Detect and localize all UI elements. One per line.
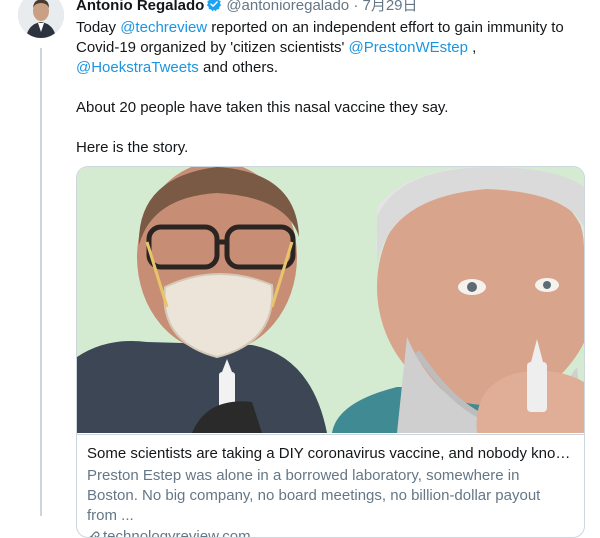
- card-body: Some scientists are taking a DIY coronav…: [77, 434, 584, 538]
- tweet-paragraph-3: Here is the story.: [76, 139, 189, 156]
- mention-prestonwestep-link[interactable]: @PrestonWEstep: [349, 39, 468, 56]
- avatar[interactable]: [18, 0, 64, 38]
- card-title[interactable]: Some scientists are taking a DIY coronav…: [87, 444, 574, 464]
- card-photo: [77, 167, 584, 433]
- text-segment: and others.: [198, 59, 278, 76]
- card-domain: technologyreview.com: [87, 527, 574, 538]
- tweet-paragraph-1: Today @techreview reported on an indepen…: [76, 18, 581, 78]
- tweet-header: Antonio Regalado @antonioregalado · 7月29日: [76, 0, 418, 16]
- card-description: Preston Estep was alone in a borrowed la…: [87, 467, 541, 524]
- thread-connector-line: [40, 48, 42, 516]
- tweet-text: Today @techreview reported on an indepen…: [76, 18, 581, 158]
- card-image: [77, 167, 584, 433]
- link-icon: [87, 530, 101, 537]
- card-domain-text: technologyreview.com: [103, 528, 251, 538]
- text-segment: ,: [467, 39, 477, 56]
- author-handle[interactable]: @antonioregalado: [226, 0, 349, 14]
- link-preview-card[interactable]: Some scientists are taking a DIY coronav…: [76, 166, 585, 538]
- tweet-timestamp[interactable]: 7月29日: [363, 0, 418, 14]
- mention-hoekstratweets-link[interactable]: @HoekstraTweets: [76, 59, 199, 76]
- mention-techreview-link[interactable]: @techreview: [120, 19, 207, 36]
- avatar-portrait: [18, 0, 64, 38]
- text-segment: Today: [76, 19, 121, 36]
- header-separator: ·: [353, 0, 359, 14]
- verified-badge-icon: [206, 0, 222, 16]
- tweet-paragraph-2: About 20 people have taken this nasal va…: [76, 99, 449, 116]
- author-display-name[interactable]: Antonio Regalado: [76, 0, 204, 14]
